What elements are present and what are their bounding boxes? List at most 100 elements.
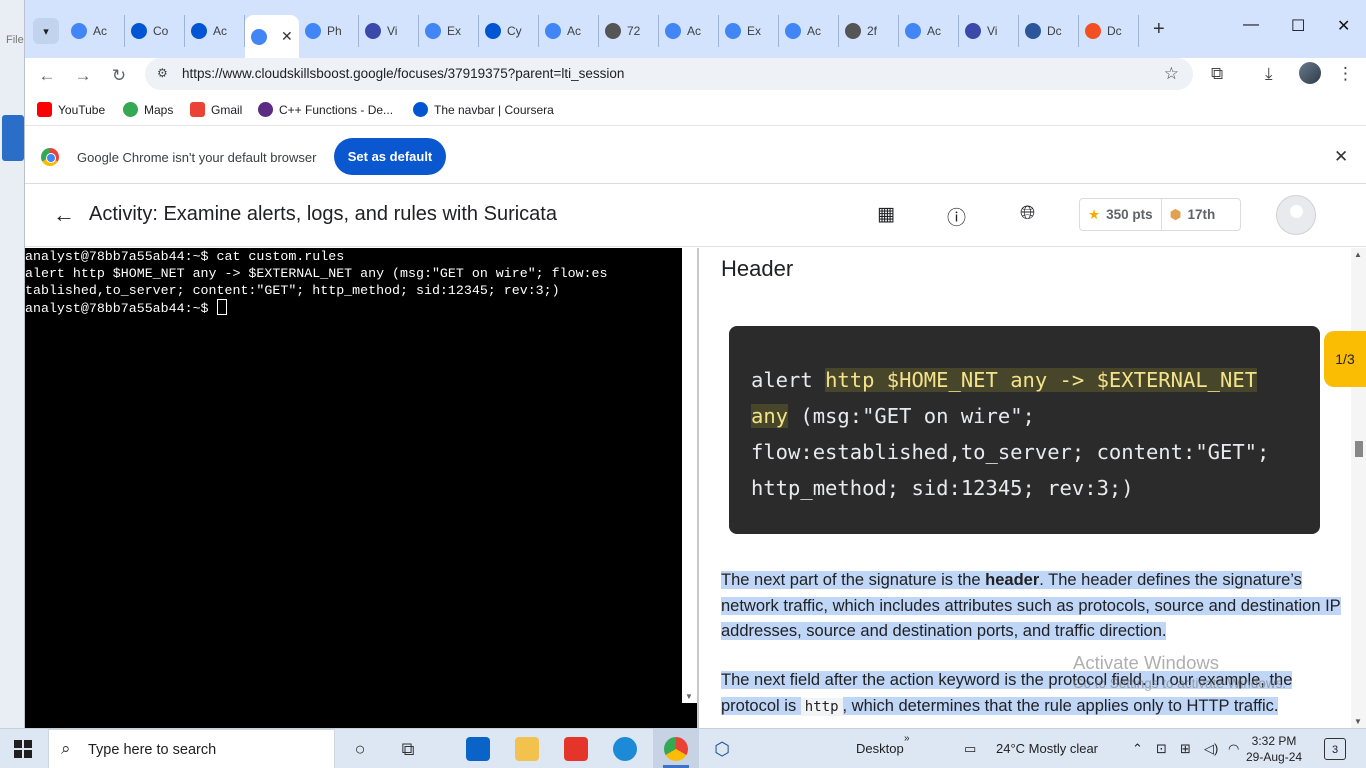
bookmark-item[interactable]: The navbar | Coursera: [413, 102, 554, 117]
system-clock[interactable]: 3:32 PM 29-Aug-24: [1246, 733, 1302, 765]
chrome-icon[interactable]: [664, 737, 688, 761]
language-globe-icon[interactable]: 🌐︎: [1020, 203, 1035, 225]
tab-label: 2f: [867, 24, 878, 38]
browser-tab[interactable]: Ac: [659, 15, 719, 47]
terminal-panel[interactable]: analyst@78bb7a55ab44:~$ cat custom.rules…: [25, 248, 697, 728]
wps-office-icon[interactable]: [564, 737, 588, 761]
terminal-line: analyst@78bb7a55ab44:~$ cat custom.rules: [25, 249, 345, 264]
tab-search-button[interactable]: ▾: [33, 18, 59, 44]
code-options: flow:established,to_server; content:"GET…: [751, 440, 1270, 464]
browser-tab[interactable]: Ac: [539, 15, 599, 47]
back-nav-icon[interactable]: ←: [35, 64, 59, 88]
taskbar-search-box[interactable]: ⌕ Type here to search: [48, 729, 335, 768]
browser-tab[interactable]: Ex: [419, 15, 479, 47]
browser-tab[interactable]: Ac: [185, 15, 245, 47]
mail-icon[interactable]: [466, 737, 490, 761]
coursera-icon: [191, 23, 207, 39]
url-text[interactable]: https://www.cloudskillsboost.google/focu…: [182, 66, 624, 81]
infobar-message: Google Chrome isn't your default browser: [77, 150, 317, 165]
browser-tab[interactable]: Dc: [1079, 15, 1139, 47]
tray-chevron-icon[interactable]: ⌃: [1132, 741, 1143, 757]
help-icon[interactable]: ⓘ: [947, 203, 966, 230]
rule-code-block: alert http $HOME_NET any -> $EXTERNAL_NE…: [729, 326, 1320, 534]
set-default-button[interactable]: Set as default: [334, 138, 446, 175]
wifi-icon[interactable]: ◠: [1228, 741, 1239, 757]
scrollbar-thumb[interactable]: [1355, 441, 1363, 457]
download-icon[interactable]: ⤓: [1265, 64, 1273, 84]
input-method-icon[interactable]: ⊞: [1180, 741, 1191, 757]
browser-tab[interactable]: Ph: [299, 15, 359, 47]
browser-tab[interactable]: 2f: [839, 15, 899, 47]
menu-kebab-icon[interactable]: ⋮: [1337, 64, 1354, 84]
inline-code: http: [800, 697, 843, 716]
points-badge[interactable]: ★ 350 pts ⬢ 17th: [1079, 198, 1241, 231]
weather-text[interactable]: 24°C Mostly clear: [996, 741, 1098, 756]
profile-avatar[interactable]: [1299, 62, 1321, 84]
minimize-icon[interactable]: —: [1243, 16, 1259, 34]
toolbar-expand-icon[interactable]: »: [904, 733, 910, 744]
close-infobar-icon[interactable]: ✕: [1334, 147, 1348, 167]
bookmark-item[interactable]: YouTube: [37, 102, 105, 117]
globe-icon: [845, 23, 861, 39]
tab-label: Co: [153, 24, 169, 38]
edge-icon[interactable]: [613, 737, 637, 761]
coursera-icon: [131, 23, 147, 39]
desktop-toolbar-label[interactable]: Desktop: [856, 741, 904, 756]
terminal-scrollbar[interactable]: ▼: [682, 248, 697, 703]
para-text: , which determines that the rule applies…: [842, 696, 1279, 715]
bookmark-item[interactable]: C++ Functions - De...: [258, 102, 393, 117]
browser-tab[interactable]: Vi: [359, 15, 419, 47]
address-bar[interactable]: ⚙ https://www.cloudskillsboost.google/fo…: [145, 58, 1193, 90]
virtualbox-icon[interactable]: ⬡: [709, 737, 735, 761]
site-info-icon[interactable]: ⚙: [157, 66, 168, 80]
browser-tab[interactable]: Ac: [779, 15, 839, 47]
bookmark-item[interactable]: Maps: [123, 102, 173, 117]
page-scrollbar[interactable]: ▲ ▼: [1351, 248, 1366, 728]
browser-tab[interactable]: Co: [125, 15, 185, 47]
back-arrow-icon[interactable]: ←: [53, 202, 75, 228]
bookmark-item[interactable]: Gmail: [190, 102, 242, 117]
browser-toolbar: ← → ↻ ⚙ https://www.cloudskillsboost.goo…: [25, 58, 1366, 94]
scroll-down-icon[interactable]: ▼: [1354, 717, 1362, 726]
browser-tab[interactable]: ✕: [245, 15, 299, 58]
google-cloud-icon: [725, 23, 741, 39]
browser-tab[interactable]: Vi: [959, 15, 1019, 47]
step-pager-badge[interactable]: 1/3: [1324, 331, 1366, 387]
browser-tab[interactable]: Dc: [1019, 15, 1079, 47]
word-icon: [1025, 23, 1041, 39]
volume-icon[interactable]: ◁): [1204, 741, 1218, 757]
browser-tab[interactable]: Ac: [65, 15, 125, 47]
scroll-up-icon[interactable]: ▲: [1354, 250, 1362, 259]
close-window-icon[interactable]: ✕: [1337, 16, 1350, 36]
extensions-icon[interactable]: ⧉: [1211, 64, 1223, 84]
terminal-line: tablished,to_server; content:"GET"; http…: [25, 283, 560, 298]
google-cloud-icon: [71, 23, 87, 39]
tab-label: Ac: [567, 24, 582, 38]
tab-label: Ac: [687, 24, 702, 38]
reload-icon[interactable]: ↻: [107, 64, 131, 88]
tab-strip: ▾ Ac Co Ac ✕ Ph Vi Ex Cy Ac 72 Ac Ex Ac 2f Ac Vi Dc Dc + …: [25, 0, 1366, 58]
maximize-icon[interactable]: ☐: [1291, 16, 1305, 36]
user-avatar[interactable]: [1276, 195, 1316, 235]
scroll-down-icon[interactable]: ▼: [685, 692, 693, 701]
windows-start-icon[interactable]: [14, 740, 32, 758]
browser-tab[interactable]: Ac: [899, 15, 959, 47]
task-view-icon[interactable]: ⧉: [395, 737, 421, 761]
paragraph-header: The next part of the signature is the he…: [721, 568, 1341, 645]
dashboard-icon[interactable]: ▦: [877, 203, 895, 226]
code-options: http_method; sid:12345; rev:3;): [751, 476, 1134, 500]
browser-tab[interactable]: 72: [599, 15, 659, 47]
close-tab-icon[interactable]: ✕: [281, 28, 293, 45]
network-icon[interactable]: ⊡: [1156, 741, 1167, 757]
bookmark-star-icon[interactable]: ☆: [1164, 64, 1179, 84]
new-tab-button[interactable]: +: [1153, 18, 1165, 41]
rank-hexagon-icon: ⬢: [1169, 206, 1182, 222]
cortana-icon[interactable]: ○: [347, 737, 373, 761]
browser-tab[interactable]: Ex: [719, 15, 779, 47]
microsoft-icon: [1085, 23, 1101, 39]
browser-tab[interactable]: Cy: [479, 15, 539, 47]
forward-nav-icon[interactable]: →: [71, 64, 95, 88]
gmail-icon: [190, 102, 205, 117]
file-explorer-icon[interactable]: [515, 737, 539, 761]
notification-center-icon[interactable]: 3: [1324, 738, 1346, 760]
